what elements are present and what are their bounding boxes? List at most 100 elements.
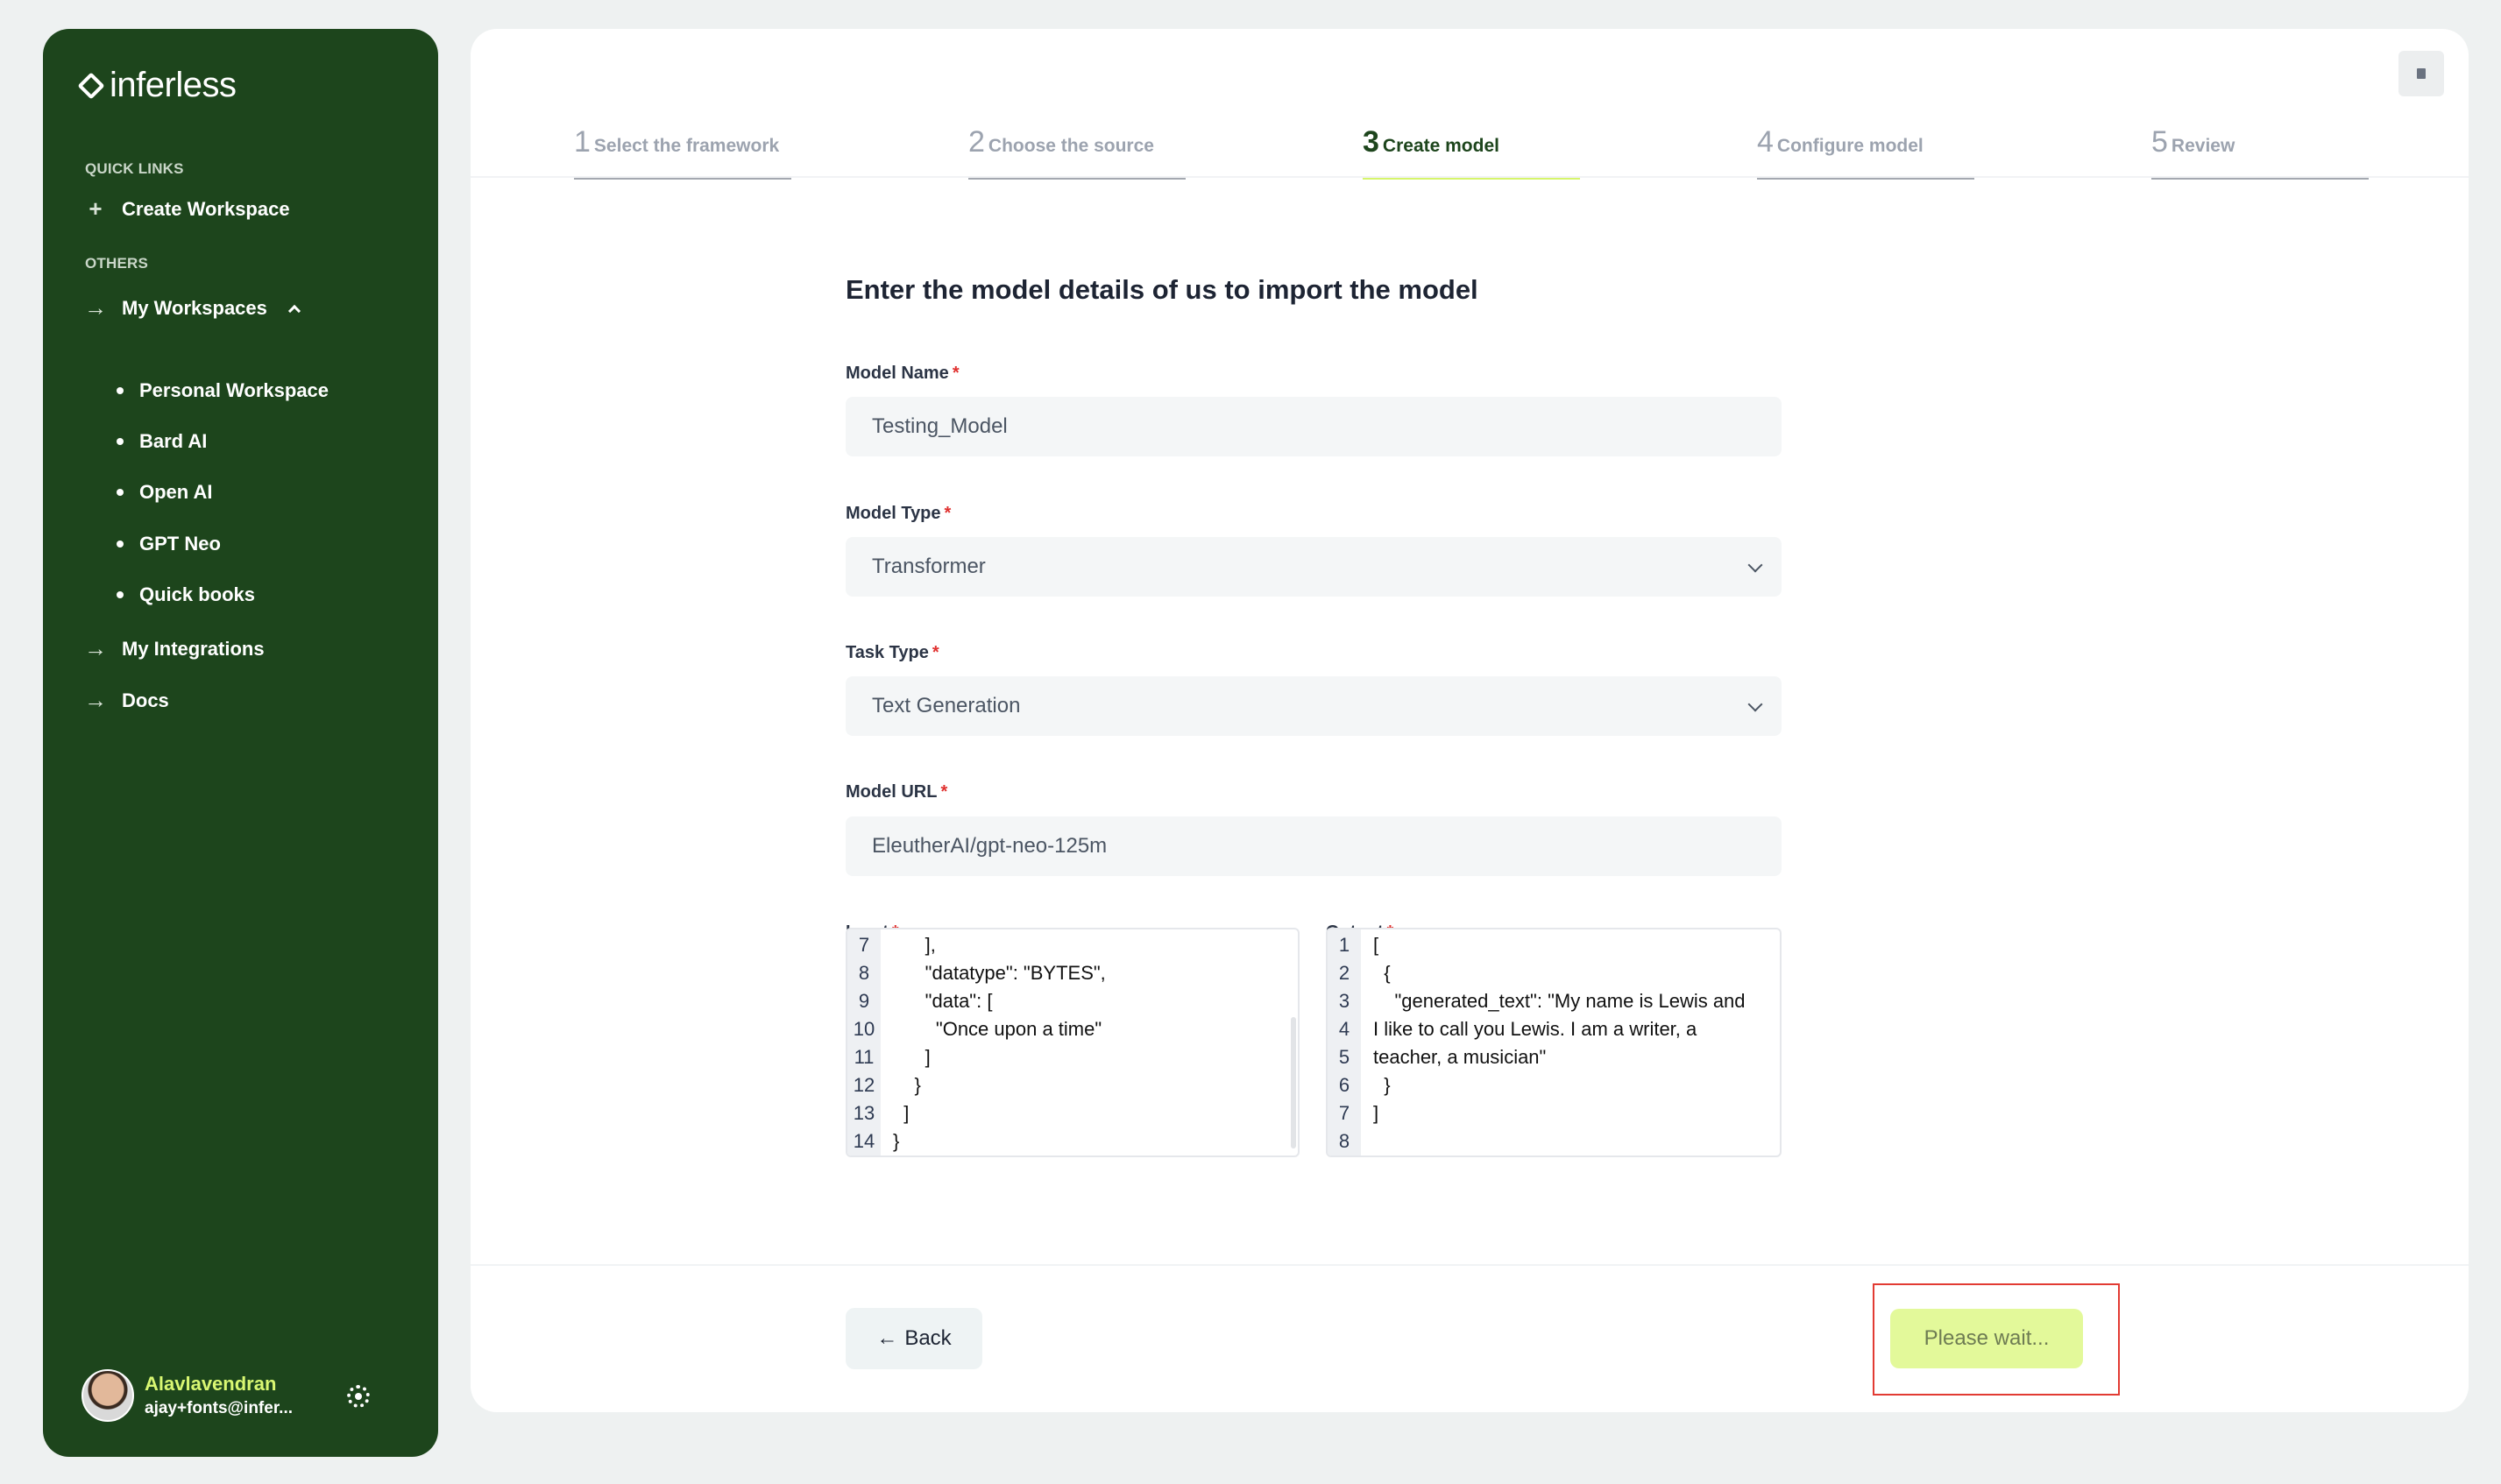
model-type-value: Transformer [872, 555, 986, 578]
sidebar-item-docs[interactable]: → Docs [84, 687, 169, 714]
line-number: 13 [853, 1102, 875, 1124]
plus-icon: + [89, 195, 103, 222]
line-code: } [893, 1130, 900, 1152]
bullet-icon [117, 591, 124, 598]
line-code: { [1373, 962, 1391, 984]
sidebar-item-gpt-neo[interactable]: GPT Neo [117, 533, 221, 555]
sidebar-item-bard-ai[interactable]: Bard AI [117, 430, 207, 453]
my-integrations-label: My Integrations [122, 637, 265, 660]
line-number: 8 [858, 962, 870, 984]
step-label: Configure model [1776, 136, 1924, 156]
label-text: Model URL [846, 782, 938, 802]
required-mark: * [952, 364, 960, 383]
task-type-select[interactable]: Text Generation [846, 676, 1782, 736]
editor-line: 6 } [1328, 1071, 1391, 1099]
arrow-right-icon: → [84, 687, 107, 713]
line-number: 7 [1338, 1102, 1350, 1124]
step-number: 3 [1363, 125, 1379, 159]
sidebar: inferless QUICK LINKS + Create Workspace… [43, 29, 438, 1457]
workspace-label: GPT Neo [139, 533, 221, 555]
step-number: 4 [1757, 125, 1774, 159]
label-text: Model Type [846, 504, 941, 523]
line-number: 3 [1338, 990, 1350, 1012]
step-label: Select the framework [593, 136, 780, 156]
editor-line: 13 ] [847, 1099, 910, 1127]
sidebar-item-personal-workspace[interactable]: Personal Workspace [117, 379, 329, 402]
line-number: 1 [1338, 934, 1350, 956]
user-profile[interactable]: Alavlavendran ajay+fonts@infer... [81, 1369, 293, 1422]
editor-line: 12 } [847, 1071, 921, 1099]
line-number: 11 [854, 1046, 875, 1068]
user-name: Alavlavendran [145, 1373, 277, 1395]
others-heading: OTHERS [85, 255, 149, 272]
submit-button[interactable]: Please wait... [1890, 1309, 2083, 1368]
line-number: 10 [853, 1018, 875, 1040]
line-number: 2 [1338, 962, 1350, 984]
sidebar-item-quick-books[interactable]: Quick books [117, 583, 255, 606]
logo[interactable]: inferless [77, 66, 237, 105]
gear-icon[interactable] [347, 1385, 370, 1408]
line-number: 12 [853, 1074, 875, 1096]
back-button[interactable]: ← Back [846, 1308, 982, 1369]
task-type-value: Text Generation [872, 694, 1021, 717]
step-number: 5 [2151, 125, 2168, 159]
arrow-right-icon: → [84, 294, 107, 321]
line-code: ] [893, 1046, 931, 1068]
sidebar-item-my-integrations[interactable]: → My Integrations [84, 635, 265, 662]
step-review[interactable]: 5 Review [2151, 125, 2369, 180]
step-select-framework[interactable]: 1 Select the framework [574, 125, 791, 180]
chevron-down-icon [1747, 557, 1763, 573]
quick-links-heading: QUICK LINKS [85, 160, 184, 177]
model-name-field[interactable]: Testing_Model [846, 397, 1782, 456]
line-number: 5 [1338, 1046, 1350, 1068]
chevron-down-icon [1747, 696, 1763, 712]
line-code: teacher, a musician" [1373, 1046, 1547, 1068]
divider [471, 1264, 2469, 1266]
sidebar-item-my-workspaces[interactable]: → My Workspaces [84, 294, 301, 322]
sidebar-item-open-ai[interactable]: Open AI [117, 481, 213, 504]
bullet-icon [117, 387, 124, 394]
divider [471, 176, 2469, 178]
input-code-editor[interactable]: 7 ], 8 "datatype": "BYTES", 9 "data": [ … [846, 928, 1300, 1157]
chevron-up-icon [287, 304, 301, 317]
bullet-icon [117, 489, 124, 496]
line-code: } [893, 1074, 921, 1096]
create-workspace-link[interactable]: + Create Workspace [85, 195, 290, 223]
user-email: ajay+fonts@infer... [145, 1399, 293, 1417]
required-mark: * [932, 643, 939, 662]
docs-label: Docs [122, 689, 169, 711]
workspace-label: Quick books [139, 583, 256, 605]
output-code-editor[interactable]: 1[ 2 { 3 "generated_text": "My name is L… [1326, 928, 1782, 1157]
avatar [81, 1369, 134, 1422]
label-text: Task Type [846, 643, 929, 662]
page-title: Enter the model details of us to import … [846, 274, 1478, 305]
editor-line: 2 { [1328, 959, 1391, 987]
editor-line: 4 I like to call you Lewis. I am a writer… [1328, 1015, 1697, 1043]
line-code: ], [893, 934, 936, 956]
step-label: Create model [1382, 136, 1499, 156]
create-workspace-label: Create Workspace [122, 197, 290, 220]
stepper: 1 Select the framework 2 Choose the sour… [574, 99, 2370, 180]
required-mark: * [940, 782, 948, 802]
step-label: Choose the source [988, 136, 1154, 156]
editor-line: 7 ], [847, 931, 936, 959]
editor-scrollbar[interactable] [1291, 1017, 1296, 1148]
editor-line: 3 "generated_text": "My name is Lewis an… [1328, 987, 1746, 1015]
label-text: Model Name [846, 364, 949, 383]
step-choose-source[interactable]: 2 Choose the source [968, 125, 1186, 180]
editor-line: 9 "data": [ [847, 987, 993, 1015]
arrow-left-icon: ← [876, 1326, 898, 1350]
square-icon [2417, 68, 2426, 79]
task-type-label: Task Type * [846, 643, 939, 663]
model-type-select[interactable]: Transformer [846, 537, 1782, 597]
line-code: } [1373, 1074, 1391, 1096]
model-url-field[interactable]: EleutherAI/gpt-neo-125m [846, 816, 1782, 876]
step-create-model[interactable]: 3 Create model [1363, 125, 1580, 180]
step-configure-model[interactable]: 4 Configure model [1757, 125, 1974, 180]
editor-line: 5 teacher, a musician" [1328, 1043, 1546, 1071]
corner-menu-button[interactable] [2398, 51, 2444, 96]
required-mark: * [944, 504, 952, 523]
my-workspaces-label: My Workspaces [122, 296, 267, 319]
editor-line: 1[ [1328, 931, 1378, 959]
model-name-label: Model Name * [846, 364, 960, 384]
